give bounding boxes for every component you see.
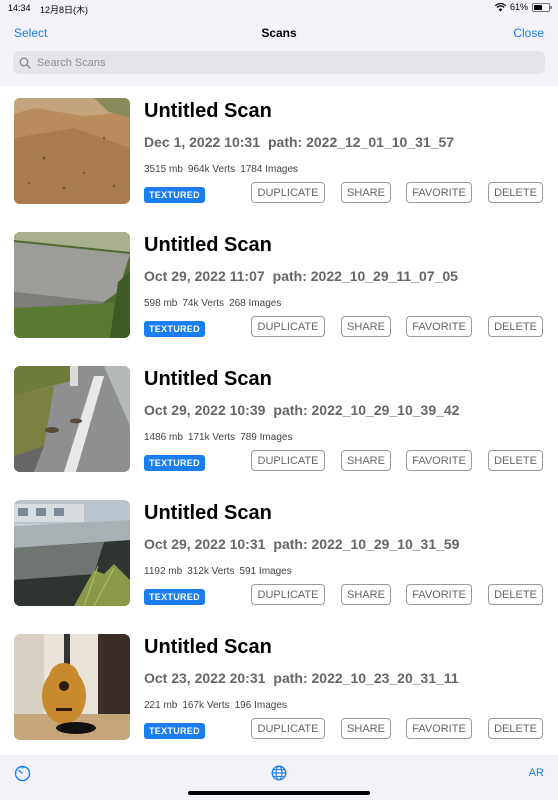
search-icon (19, 57, 31, 69)
favorite-button[interactable]: FAVORITE (406, 718, 472, 739)
share-button[interactable]: SHARE (341, 450, 391, 471)
search-bar[interactable] (13, 51, 545, 74)
favorite-button[interactable]: FAVORITE (406, 450, 472, 471)
scan-images: 1784 Images (240, 164, 299, 175)
share-button[interactable]: SHARE (341, 182, 391, 203)
scan-stats: 1192 mb 312k Verts 591 Images (144, 566, 297, 577)
status-date: 12月8日(木) (40, 5, 89, 15)
favorite-button[interactable]: FAVORITE (406, 316, 472, 337)
textured-badge: TEXTURED (144, 187, 205, 203)
scan-meta: Oct 23, 2022 20:31 path: 2022_10_23_20_31… (144, 670, 459, 686)
textured-badge: TEXTURED (144, 455, 205, 471)
textured-badge: TEXTURED (144, 723, 205, 739)
textured-badge: TEXTURED (144, 589, 205, 605)
delete-button[interactable]: DELETE (488, 182, 543, 203)
share-button[interactable]: SHARE (341, 584, 391, 605)
scan-stats: 598 mb 74k Verts 268 Images (144, 298, 286, 309)
scan-size: 3515 mb (144, 164, 183, 175)
scan-verts: 74k Verts (182, 298, 225, 309)
status-right: 61% (494, 2, 552, 12)
scan-row[interactable]: Untitled Scan Oct 23, 2022 20:31 path: 20… (0, 622, 558, 756)
scan-thumbnail-guitar[interactable] (14, 634, 130, 740)
scan-date: Oct 29, 2022 10:39 (144, 402, 266, 418)
duplicate-button[interactable]: DUPLICATE (251, 584, 325, 605)
duplicate-button[interactable]: DUPLICATE (251, 450, 325, 471)
scan-title: Untitled Scan (144, 368, 272, 390)
navigation-bar: Select Scans Close (0, 16, 558, 86)
scan-meta: Oct 29, 2022 10:31 path: 2022_10_29_10_31… (144, 536, 459, 552)
scan-size: 221 mb (144, 700, 178, 711)
page-title: Scans (261, 26, 297, 40)
scan-row[interactable]: Untitled Scan Oct 29, 2022 11:07 path: 20… (0, 220, 558, 354)
delete-button[interactable]: DELETE (488, 584, 543, 605)
scan-meta: Dec 1, 2022 10:31 path: 2022_12_01_10_31_… (144, 134, 454, 150)
scan-path: path: 2022_10_29_10_39_42 (273, 402, 460, 418)
duplicate-button[interactable]: DUPLICATE (251, 718, 325, 739)
favorite-button[interactable]: FAVORITE (406, 584, 472, 605)
scan-verts: 312k Verts (187, 566, 235, 577)
scan-row[interactable]: Untitled Scan Dec 1, 2022 10:31 path: 202… (0, 86, 558, 220)
close-button[interactable]: Close (513, 26, 544, 40)
scan-thumbnail-concrete-slab[interactable] (14, 232, 130, 338)
scan-verts: 964k Verts (187, 164, 236, 175)
globe-icon[interactable] (271, 765, 287, 786)
scan-verts: 167k Verts (182, 700, 230, 711)
scan-thumbnail-canal[interactable] (14, 500, 130, 606)
scan-title: Untitled Scan (144, 636, 272, 658)
scan-row[interactable]: Untitled Scan Oct 29, 2022 10:39 path: 20… (0, 354, 558, 488)
scan-stats: 221 mb 167k Verts 196 Images (144, 700, 292, 711)
scan-meta: Oct 29, 2022 11:07 path: 2022_10_29_11_07… (144, 268, 458, 284)
scan-title: Untitled Scan (144, 234, 272, 256)
textured-badge: TEXTURED (144, 321, 205, 337)
duplicate-button[interactable]: DUPLICATE (251, 182, 325, 203)
scan-images: 591 Images (239, 566, 292, 577)
scan-date: Dec 1, 2022 10:31 (144, 134, 260, 150)
battery-percent: 61% (509, 2, 528, 12)
scan-thumbnail-sandy-ground[interactable] (14, 98, 130, 204)
scan-thumbnail-road[interactable] (14, 366, 130, 472)
scan-size: 1486 mb (144, 432, 183, 443)
home-indicator (188, 791, 370, 795)
scan-path: path: 2022_12_01_10_31_57 (267, 134, 455, 150)
scan-row[interactable]: Untitled Scan Oct 29, 2022 10:31 path: 20… (0, 488, 558, 622)
scan-verts: 171k Verts (187, 432, 236, 443)
scan-size: 598 mb (144, 298, 178, 309)
duplicate-button[interactable]: DUPLICATE (251, 316, 325, 337)
scan-date: Oct 29, 2022 10:31 (144, 536, 266, 552)
timer-icon[interactable] (14, 765, 31, 787)
scan-stats: 1486 mb 171k Verts 789 Images (144, 432, 297, 443)
search-input[interactable] (35, 55, 519, 70)
scan-size: 1192 mb (144, 566, 183, 577)
scan-images: 268 Images (229, 298, 282, 309)
scan-title: Untitled Scan (144, 100, 272, 122)
delete-button[interactable]: DELETE (488, 316, 543, 337)
share-button[interactable]: SHARE (341, 718, 391, 739)
scan-title: Untitled Scan (144, 502, 272, 524)
bottom-toolbar: AR (0, 755, 558, 800)
scan-list: Untitled Scan Dec 1, 2022 10:31 path: 202… (0, 86, 558, 756)
scan-images: 196 Images (234, 700, 287, 711)
battery-icon (532, 2, 552, 12)
scan-stats: 3515 mb 964k Verts 1784 Images (144, 164, 303, 175)
wifi-icon (494, 2, 506, 11)
scan-meta: Oct 29, 2022 10:39 path: 2022_10_29_10_39… (144, 402, 459, 418)
scan-date: Oct 29, 2022 11:07 (144, 268, 265, 284)
status-bar: 14:34 12月8日(木) 61% (0, 0, 558, 16)
ar-button[interactable]: AR (529, 767, 544, 779)
delete-button[interactable]: DELETE (488, 450, 543, 471)
scan-path: path: 2022_10_29_10_31_59 (273, 536, 460, 552)
share-button[interactable]: SHARE (341, 316, 391, 337)
status-time: 14:34 (8, 3, 31, 13)
favorite-button[interactable]: FAVORITE (406, 182, 472, 203)
scan-path: path: 2022_10_29_11_07_05 (272, 268, 458, 284)
delete-button[interactable]: DELETE (488, 718, 543, 739)
scan-path: path: 2022_10_23_20_31_11 (273, 670, 459, 686)
scan-images: 789 Images (240, 432, 293, 443)
scan-date: Oct 23, 2022 20:31 (144, 670, 266, 686)
